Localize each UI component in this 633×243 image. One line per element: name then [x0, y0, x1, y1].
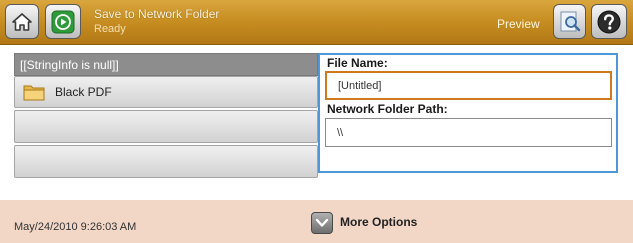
preview-button[interactable] [553, 4, 586, 39]
list-item-label: Black PDF [55, 85, 112, 99]
help-icon [597, 10, 621, 33]
list-header: [[StringInfo is null]] [14, 53, 318, 76]
start-button[interactable] [45, 4, 81, 39]
file-name-label: File Name: [327, 56, 388, 70]
folder-icon [23, 85, 45, 101]
preset-list: [[StringInfo is null]] Black PDF [14, 53, 318, 178]
start-icon [51, 10, 75, 33]
title-bar: Save to Network Folder Ready Preview [0, 0, 633, 45]
network-folder-path-label: Network Folder Path: [327, 102, 448, 116]
datetime-text: May/24/2010 9:26:03 AM [14, 221, 137, 233]
chevron-down-icon [315, 218, 329, 227]
destination-panel: File Name: Network Folder Path: [318, 53, 618, 173]
list-item-empty[interactable] [14, 110, 318, 143]
more-options-button[interactable] [311, 212, 333, 234]
magnifier-icon [560, 11, 580, 31]
help-button[interactable] [591, 4, 627, 39]
list-item-black-pdf[interactable]: Black PDF [14, 76, 318, 108]
home-button[interactable] [5, 4, 39, 39]
network-folder-path-field[interactable] [325, 118, 612, 147]
preview-label: Preview [497, 17, 540, 31]
list-item-empty[interactable] [14, 145, 318, 178]
file-name-field[interactable] [325, 71, 612, 100]
status-text: Ready [94, 23, 126, 35]
footer-bar: May/24/2010 9:26:03 AM More Options [0, 200, 633, 243]
home-icon [12, 12, 32, 31]
more-options-label[interactable]: More Options [340, 215, 417, 229]
page-title: Save to Network Folder [94, 7, 220, 21]
